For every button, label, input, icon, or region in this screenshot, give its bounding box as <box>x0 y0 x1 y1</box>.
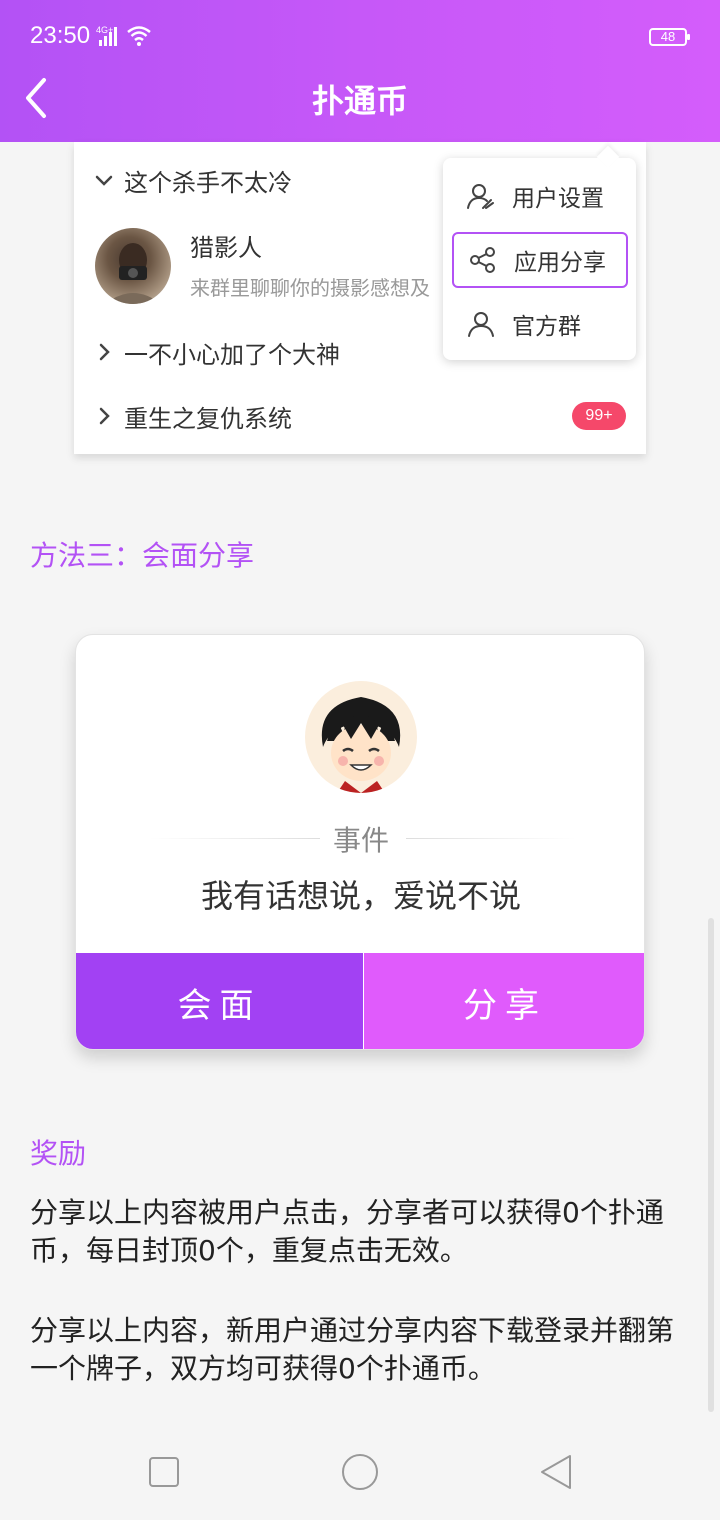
menu-item-label: 应用分享 <box>514 250 606 276</box>
reward-paragraph-2: 分享以上内容，新用户通过分享内容下载登录并翻第一个牌子，双方均可获得0个扑通币。 <box>30 1314 675 1385</box>
menu-item-label: 用户设置 <box>512 186 604 212</box>
friend-name: 猎影人 <box>190 234 262 262</box>
user-settings-icon <box>466 181 496 211</box>
menu-item-user-settings[interactable]: 用户设置 <box>452 168 628 224</box>
event-label: 事件 <box>332 824 389 857</box>
back-nav-button[interactable] <box>536 1452 576 1492</box>
group-label: 一不小心加了个大神 <box>124 340 340 369</box>
unread-badge: 99+ <box>572 402 626 430</box>
circle-icon <box>342 1454 378 1490</box>
avatar[interactable] <box>95 228 171 304</box>
meet-share-card: 事件 我有话想说，爱说不说 会面 分享 <box>75 634 645 1050</box>
group-label: 这个杀手不太冷 <box>124 168 292 197</box>
system-nav-bar <box>0 1420 720 1520</box>
scrollbar[interactable] <box>708 918 714 1412</box>
popup-menu: 用户设置 应用分享 官方群 <box>443 158 636 360</box>
triangle-back-icon <box>541 1455 571 1489</box>
menu-item-app-share[interactable]: 应用分享 <box>452 232 628 288</box>
signal-icon: 4G+ <box>96 24 156 52</box>
home-button[interactable] <box>340 1452 380 1492</box>
menu-item-official-group[interactable]: 官方群 <box>452 296 628 352</box>
page-title: 扑通币 <box>311 82 408 120</box>
menu-item-label: 官方群 <box>512 314 581 340</box>
group-row-1[interactable]: 这个杀手不太冷 <box>94 160 292 200</box>
status-time: 23:50 <box>30 22 91 49</box>
meet-button[interactable]: 会面 <box>76 953 363 1049</box>
chevron-right-icon <box>94 406 116 426</box>
chevron-down-icon <box>94 170 116 190</box>
group-icon <box>466 309 496 339</box>
square-icon <box>149 1457 179 1487</box>
group-label: 重生之复仇系统 <box>124 404 292 433</box>
chevron-right-icon <box>94 342 116 362</box>
avatar <box>305 681 417 793</box>
group-row-2[interactable]: 一不小心加了个大神 <box>94 332 340 372</box>
reward-title: 奖励 <box>30 1137 87 1170</box>
app-header: 23:50 4G+ 48 扑通币 <box>0 0 720 142</box>
battery-icon: 48 <box>649 28 690 46</box>
event-text: 我有话想说，爱说不说 <box>200 877 521 915</box>
share-button[interactable]: 分享 <box>364 953 644 1049</box>
share-icon <box>468 245 498 275</box>
method-three-title: 方法三：会面分享 <box>30 539 255 572</box>
reward-paragraph-1: 分享以上内容被用户点击，分享者可以获得0个扑通币，每日封顶0个，重复点击无效。 <box>30 1196 664 1267</box>
recent-apps-button[interactable] <box>144 1452 184 1492</box>
group-row-3[interactable]: 重生之复仇系统 <box>94 396 292 436</box>
friend-message: 来群里聊聊你的摄影感想及 <box>190 276 430 300</box>
